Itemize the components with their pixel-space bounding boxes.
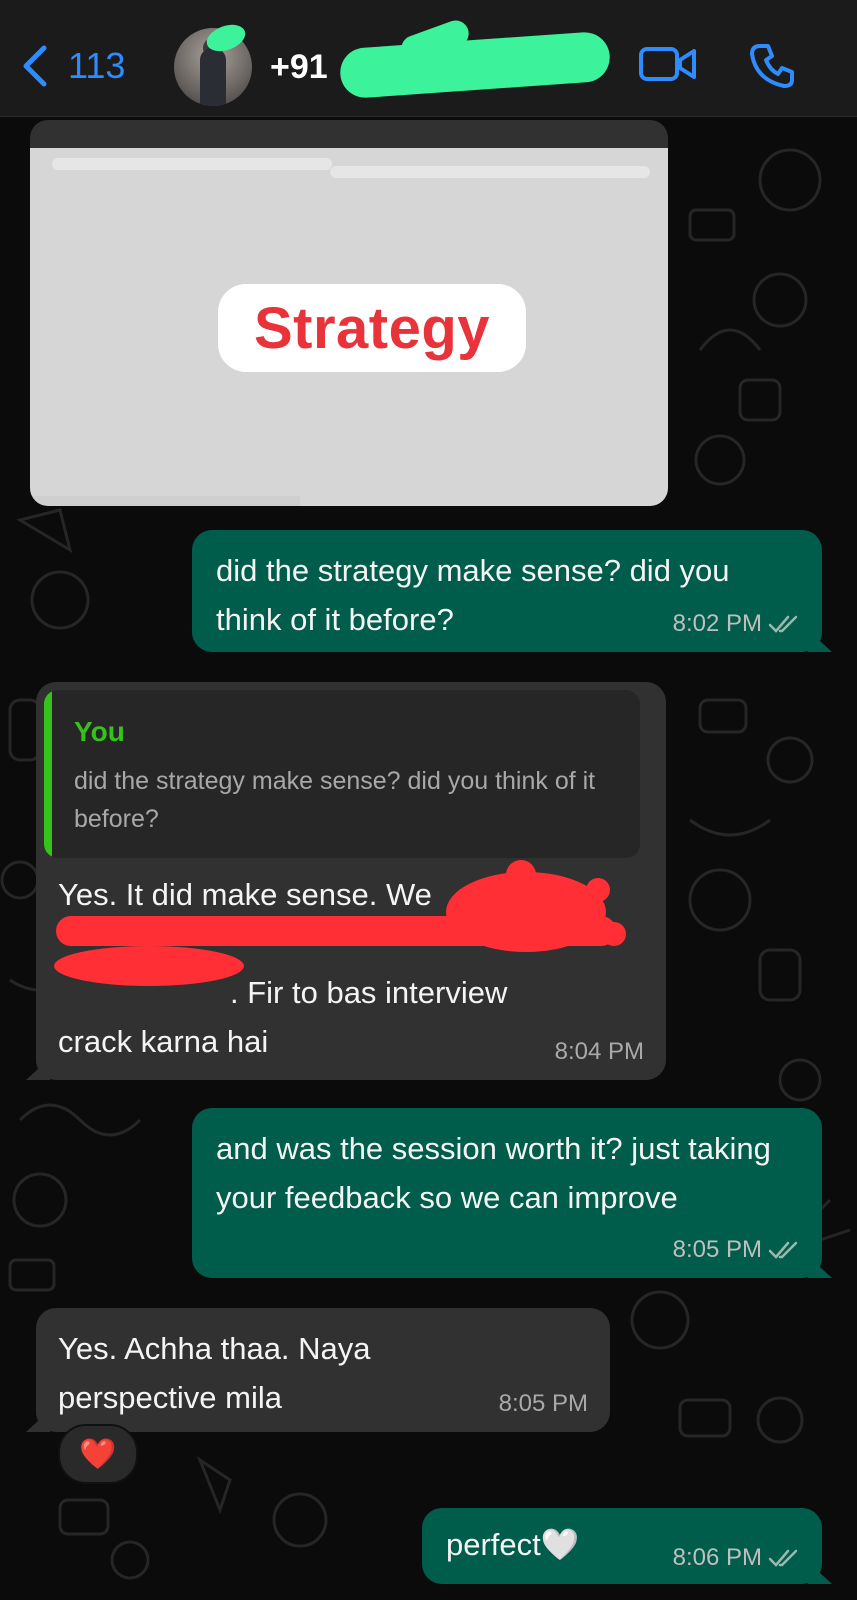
message-meta: 8:02 PM — [673, 610, 800, 638]
message-text: and was the session worth it? just takin… — [216, 1131, 771, 1215]
quote-bar — [44, 690, 52, 858]
outgoing-message[interactable]: did the strategy make sense? did you thi… — [192, 530, 832, 652]
message-meta: 8:05 PM — [673, 1236, 800, 1264]
image-message[interactable]: Strategy — [30, 120, 668, 506]
message-time: 8:05 PM — [498, 1390, 588, 1417]
video-call-icon[interactable] — [638, 44, 698, 84]
message-time: 8:06 PM — [672, 1544, 762, 1571]
reaction-emoji: ❤️ — [79, 1437, 117, 1471]
quote-text: did the strategy make sense? did you thi… — [74, 767, 596, 833]
phone-icon[interactable] — [748, 40, 798, 90]
heart-reaction[interactable]: ❤️ — [58, 1424, 138, 1484]
outgoing-message[interactable]: and was the session worth it? just takin… — [192, 1108, 832, 1278]
read-receipt-icon — [768, 613, 800, 635]
incoming-message[interactable]: Yes. Achha thaa. Naya perspective mila 8… — [26, 1308, 610, 1432]
chevron-left-icon — [23, 45, 47, 87]
incoming-message[interactable]: You did the strategy make sense? did you… — [26, 682, 666, 1080]
message-time: 8:04 PM — [554, 1038, 644, 1065]
message-meta: 8:04 PM — [555, 1038, 644, 1066]
message-time: 8:05 PM — [672, 1236, 762, 1263]
message-meta: 8:06 PM — [673, 1544, 800, 1572]
name-redaction — [338, 30, 612, 100]
image-overlay-label: Strategy — [218, 284, 526, 372]
quote-author: You — [74, 716, 125, 747]
message-meta: 8:05 PM — [499, 1390, 588, 1418]
read-receipt-icon — [768, 1547, 800, 1569]
back-button[interactable]: 113 — [18, 44, 125, 88]
redaction-mark — [56, 916, 616, 946]
unread-count: 113 — [68, 45, 126, 86]
read-receipt-icon — [768, 1239, 800, 1261]
outgoing-message[interactable]: perfect🤍 8:06 PM — [422, 1508, 832, 1584]
blurred-image: Strategy — [30, 148, 668, 506]
quoted-reply[interactable]: You did the strategy make sense? did you… — [44, 690, 640, 858]
contact-name[interactable]: +91 — [270, 48, 328, 87]
redaction-mark — [586, 878, 610, 902]
message-time: 8:02 PM — [672, 610, 762, 637]
redaction-mark — [602, 922, 626, 946]
redaction-mark — [506, 860, 536, 890]
redaction-mark — [54, 946, 244, 986]
chat-header: 113 +91 — [0, 0, 857, 117]
strategy-label: Strategy — [253, 295, 491, 361]
message-text: Yes. Achha thaa. Naya perspective mila — [58, 1331, 371, 1415]
